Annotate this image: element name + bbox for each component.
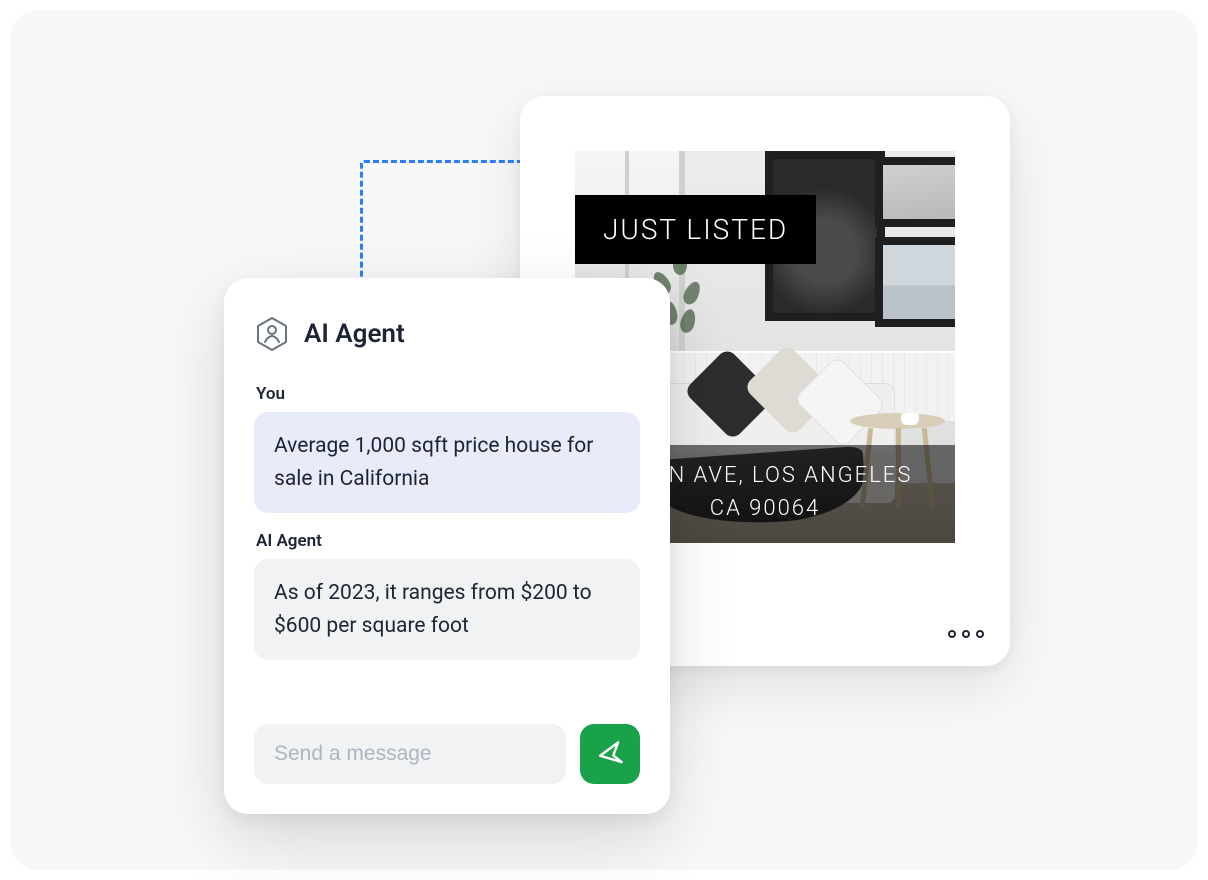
chat-title: AI Agent <box>304 319 405 349</box>
user-label: You <box>256 384 640 404</box>
canvas: JUST LISTED NDON AVE, LOS ANGELES CA 900… <box>10 10 1198 870</box>
user-message: Average 1,000 sqft price house for sale … <box>254 412 640 513</box>
message-input[interactable] <box>254 724 566 784</box>
ai-agent-icon <box>254 316 290 352</box>
listing-badge: JUST LISTED <box>575 195 816 264</box>
chat-header: AI Agent <box>254 316 640 352</box>
agent-message: As of 2023, it ranges from $200 to $600 … <box>254 559 640 660</box>
send-button[interactable] <box>580 724 640 784</box>
more-options-button[interactable] <box>948 630 984 638</box>
send-icon <box>596 740 624 768</box>
agent-label: AI Agent <box>256 531 640 551</box>
composer <box>254 724 640 784</box>
chat-card: AI Agent You Average 1,000 sqft price ho… <box>224 278 670 814</box>
